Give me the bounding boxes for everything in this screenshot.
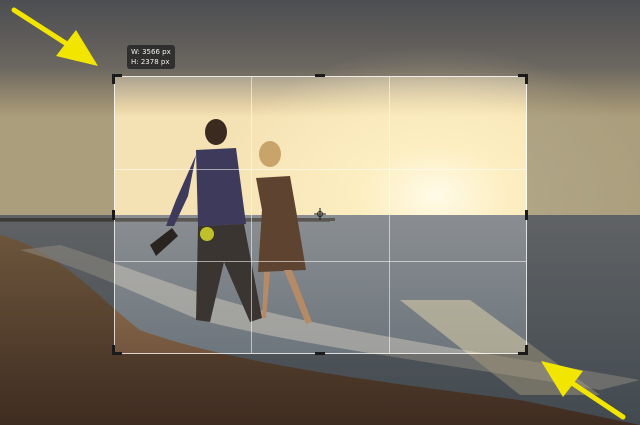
crop-shield-left xyxy=(0,76,114,354)
crop-shield-right xyxy=(527,76,640,354)
crop-handle-left-middle[interactable] xyxy=(112,210,115,220)
crop-handle-bottom-right[interactable] xyxy=(525,345,528,355)
crop-handle-top-middle[interactable] xyxy=(315,74,325,77)
crop-handle-right-middle[interactable] xyxy=(525,210,528,220)
dimension-readout: W: 3566 px H: 2378 px xyxy=(127,45,175,69)
crop-height-label: H: 2378 px xyxy=(131,58,170,66)
crop-handle-top-right[interactable] xyxy=(525,74,528,84)
pivot-point-icon[interactable] xyxy=(314,208,326,220)
arrow-icon xyxy=(541,361,626,420)
cursor-highlight xyxy=(200,227,214,241)
arrow-icon xyxy=(11,7,98,66)
grid-line-vertical-1 xyxy=(251,77,252,353)
crop-width-label: W: 3566 px xyxy=(131,48,171,56)
grid-line-vertical-2 xyxy=(389,77,390,353)
grid-line-horizontal-1 xyxy=(115,169,526,170)
crop-handle-bottom-middle[interactable] xyxy=(315,352,325,355)
crop-handle-bottom-left[interactable] xyxy=(112,345,115,355)
crop-handle-top-left[interactable] xyxy=(112,74,115,84)
grid-line-horizontal-2 xyxy=(115,261,526,262)
